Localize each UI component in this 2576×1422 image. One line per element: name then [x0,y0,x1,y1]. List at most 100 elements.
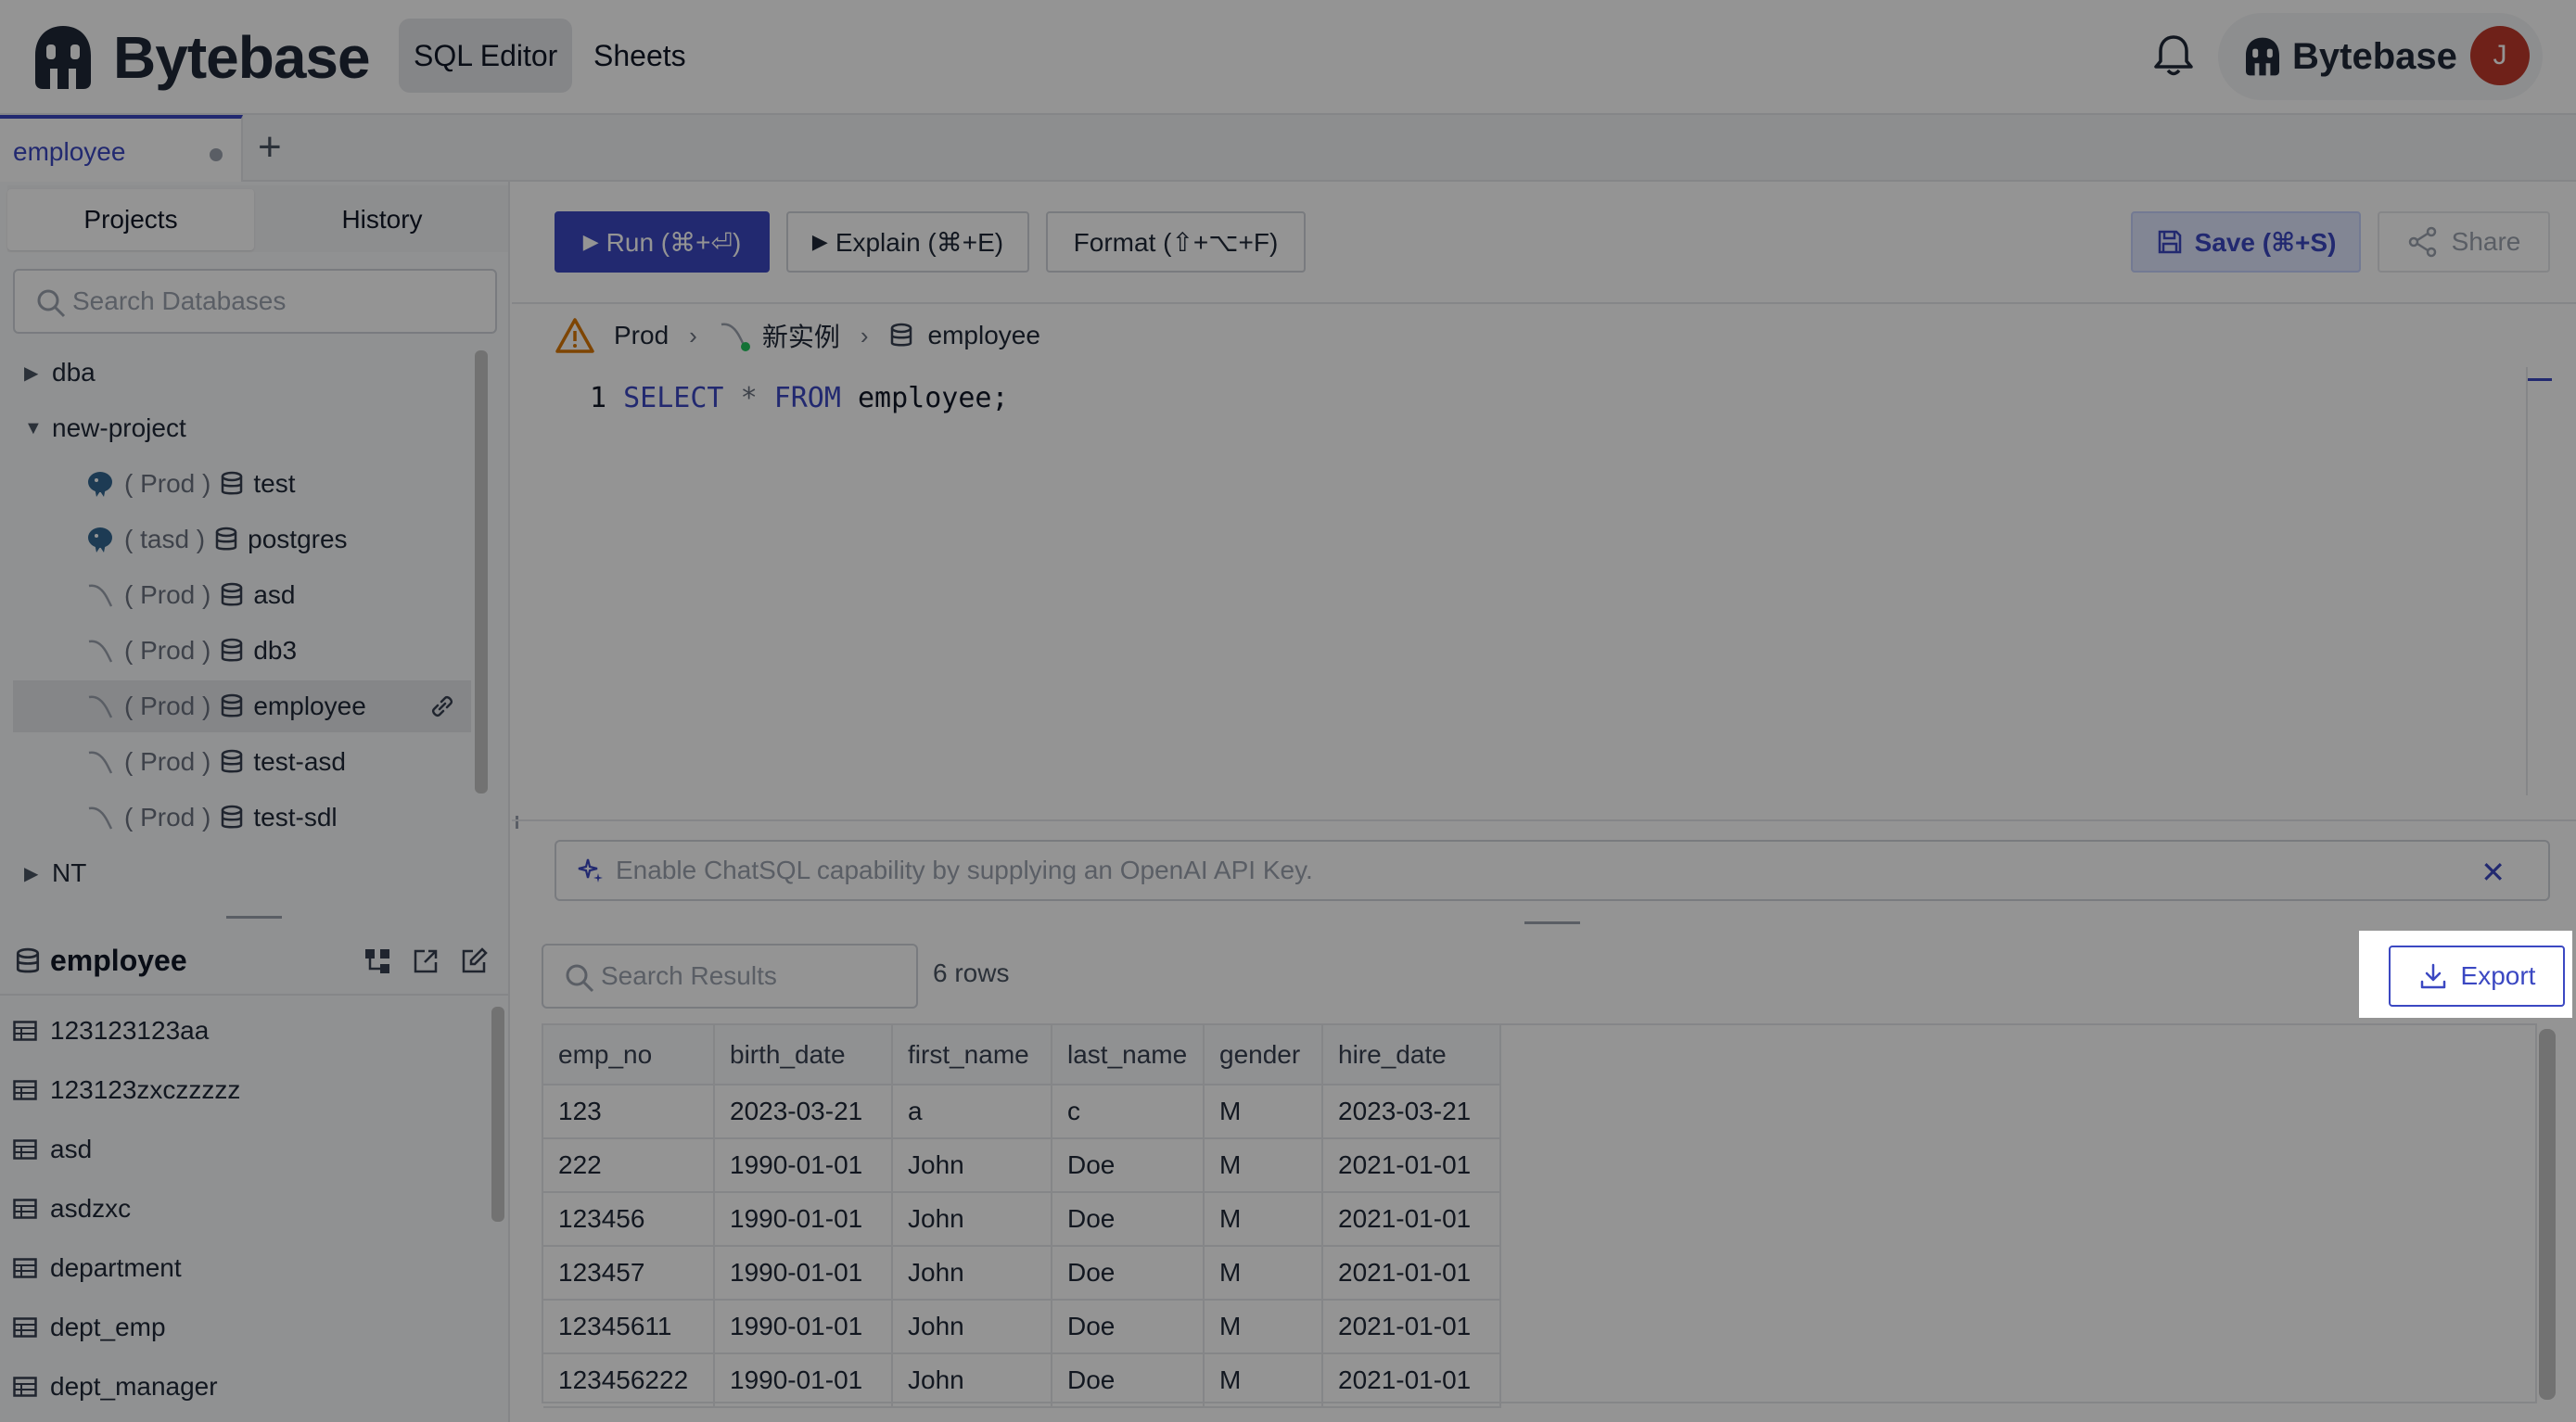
results-resize-handle[interactable] [1524,921,1580,924]
edit-icon[interactable] [460,947,488,975]
cell[interactable]: Doe [1052,1246,1205,1301]
table-item[interactable]: department [13,1240,182,1296]
table-item[interactable]: dept_emp [13,1300,166,1355]
caret-right-icon[interactable]: ▶ [24,862,52,885]
cell[interactable]: 1990-01-01 [714,1353,893,1408]
nav-sql-editor[interactable]: SQL Editor [399,19,573,93]
cell[interactable]: 123456222 [543,1353,715,1408]
cell[interactable]: 1990-01-01 [714,1300,893,1354]
segment-history[interactable]: History [260,189,504,250]
close-icon[interactable]: ✕ [2480,855,2506,890]
cell[interactable]: 2021-01-01 [1322,1246,1501,1301]
cell[interactable]: M [1204,1300,1323,1354]
tree-db-postgres[interactable]: ( tasd ) postgres [0,514,471,565]
external-link-icon[interactable] [412,947,440,975]
sql-editor[interactable] [512,360,2576,816]
export-button[interactable]: Export [2389,946,2565,1007]
cell[interactable]: 1990-01-01 [714,1138,893,1193]
tree-db-test[interactable]: ( Prod ) test [0,458,471,510]
tree-db-test-sdl[interactable]: ( Prod ) test-sdl [0,792,471,844]
cell[interactable]: 2021-01-01 [1322,1300,1501,1354]
cell[interactable]: M [1204,1246,1323,1301]
cell[interactable]: M [1204,1192,1323,1247]
add-tab-icon[interactable]: + [258,124,282,171]
run-button[interactable]: ▶ Run (⌘+⏎) [555,211,770,273]
cell[interactable]: John [892,1192,1052,1247]
cell[interactable]: 2023-03-21 [1322,1085,1501,1139]
table-item[interactable]: 123123123aa [13,1003,209,1059]
tree-scrollbar[interactable] [475,350,488,794]
column-header[interactable]: birth_date [714,1025,893,1086]
caret-down-icon[interactable]: ▼ [24,418,52,439]
cell[interactable]: 123 [543,1085,715,1139]
breadcrumb-database[interactable]: employee [928,321,1040,350]
cell[interactable]: M [1204,1353,1323,1408]
tree-project-nt[interactable]: ▶ NT [0,847,471,899]
env-label: ( Prod ) [124,636,211,665]
nav-sheets[interactable]: Sheets [579,19,701,93]
cell[interactable]: c [1052,1085,1205,1139]
search-results-input[interactable]: Search Results [542,944,918,1009]
search-databases-input[interactable]: Search Databases [13,269,497,334]
editor-scrollbar[interactable] [2526,367,2554,795]
breadcrumb-env[interactable]: Prod [614,321,669,350]
account-menu[interactable]: Bytebase J [2218,13,2543,100]
cell[interactable]: John [892,1353,1052,1408]
table-item[interactable]: 123123zxczzzzz [13,1062,240,1118]
chatsql-banner[interactable]: Enable ChatSQL capability by supplying a… [555,840,2550,901]
caret-right-icon[interactable]: ▶ [24,362,52,385]
cell[interactable]: 2021-01-01 [1322,1138,1501,1193]
cell[interactable]: M [1204,1138,1323,1193]
share-button[interactable]: Share [2378,211,2550,273]
column-header[interactable]: emp_no [543,1025,715,1086]
cell[interactable]: 222 [543,1138,715,1193]
cell[interactable]: John [892,1246,1052,1301]
breadcrumb-instance[interactable]: 新实例 [762,317,840,354]
column-header[interactable]: last_name [1052,1025,1205,1086]
tree-db-test-asd[interactable]: ( Prod ) test-asd [0,736,471,788]
cell[interactable]: 2021-01-01 [1322,1353,1501,1408]
segment-projects[interactable]: Projects [7,189,254,250]
cell[interactable]: 2021-01-01 [1322,1192,1501,1247]
cell[interactable]: Doe [1052,1192,1205,1247]
notification-bell-icon[interactable] [2153,33,2194,83]
cell[interactable]: 1990-01-01 [714,1246,893,1301]
avatar[interactable]: J [2470,26,2530,85]
unsaved-dot-icon[interactable] [210,148,223,161]
format-button[interactable]: Format (⇧+⌥+F) [1046,211,1306,273]
tree-db-asd[interactable]: ( Prod ) asd [0,569,471,621]
cell[interactable]: 12345611 [543,1300,715,1354]
cell[interactable]: 1990-01-01 [714,1192,893,1247]
link-icon[interactable] [428,692,456,720]
table-item[interactable]: dept_manager [13,1359,218,1415]
cell[interactable]: 2023-03-21 [714,1085,893,1139]
results-scrollbar[interactable] [2539,1029,2556,1400]
bytebase-logo[interactable]: Bytebase [26,19,371,96]
tree-project-dba[interactable]: ▶ dba [0,347,471,399]
cell[interactable]: John [892,1138,1052,1193]
tab-employee[interactable]: employee [0,115,243,182]
table-item[interactable]: asd [13,1122,92,1177]
explain-button[interactable]: ▶ Explain (⌘+E) [786,211,1029,273]
table-item[interactable]: asdzxc [13,1181,131,1237]
cell[interactable]: Doe [1052,1353,1205,1408]
cell[interactable]: Doe [1052,1300,1205,1354]
cell[interactable]: John [892,1300,1052,1354]
sidebar-resize-handle[interactable] [226,916,282,919]
cell[interactable]: M [1204,1085,1323,1139]
tree-db-employee[interactable]: ( Prod ) employee [13,680,471,732]
column-header[interactable]: hire_date [1322,1025,1501,1086]
tables-scrollbar[interactable] [491,1007,504,1222]
sql-code[interactable]: 1 SELECT * FROM employee; [590,382,1009,414]
tree-db-db3[interactable]: ( Prod ) db3 [0,625,471,677]
column-header[interactable]: first_name [892,1025,1052,1086]
cell[interactable]: 123457 [543,1246,715,1301]
table-label: 123123123aa [50,1016,210,1045]
schema-diagram-icon[interactable] [363,947,391,975]
column-header[interactable]: gender [1204,1025,1323,1086]
cell[interactable]: a [892,1085,1052,1139]
tree-project-new-project[interactable]: ▼ new-project [0,402,471,454]
save-button[interactable]: Save (⌘+S) [2131,211,2361,273]
cell[interactable]: 123456 [543,1192,715,1247]
cell[interactable]: Doe [1052,1138,1205,1193]
